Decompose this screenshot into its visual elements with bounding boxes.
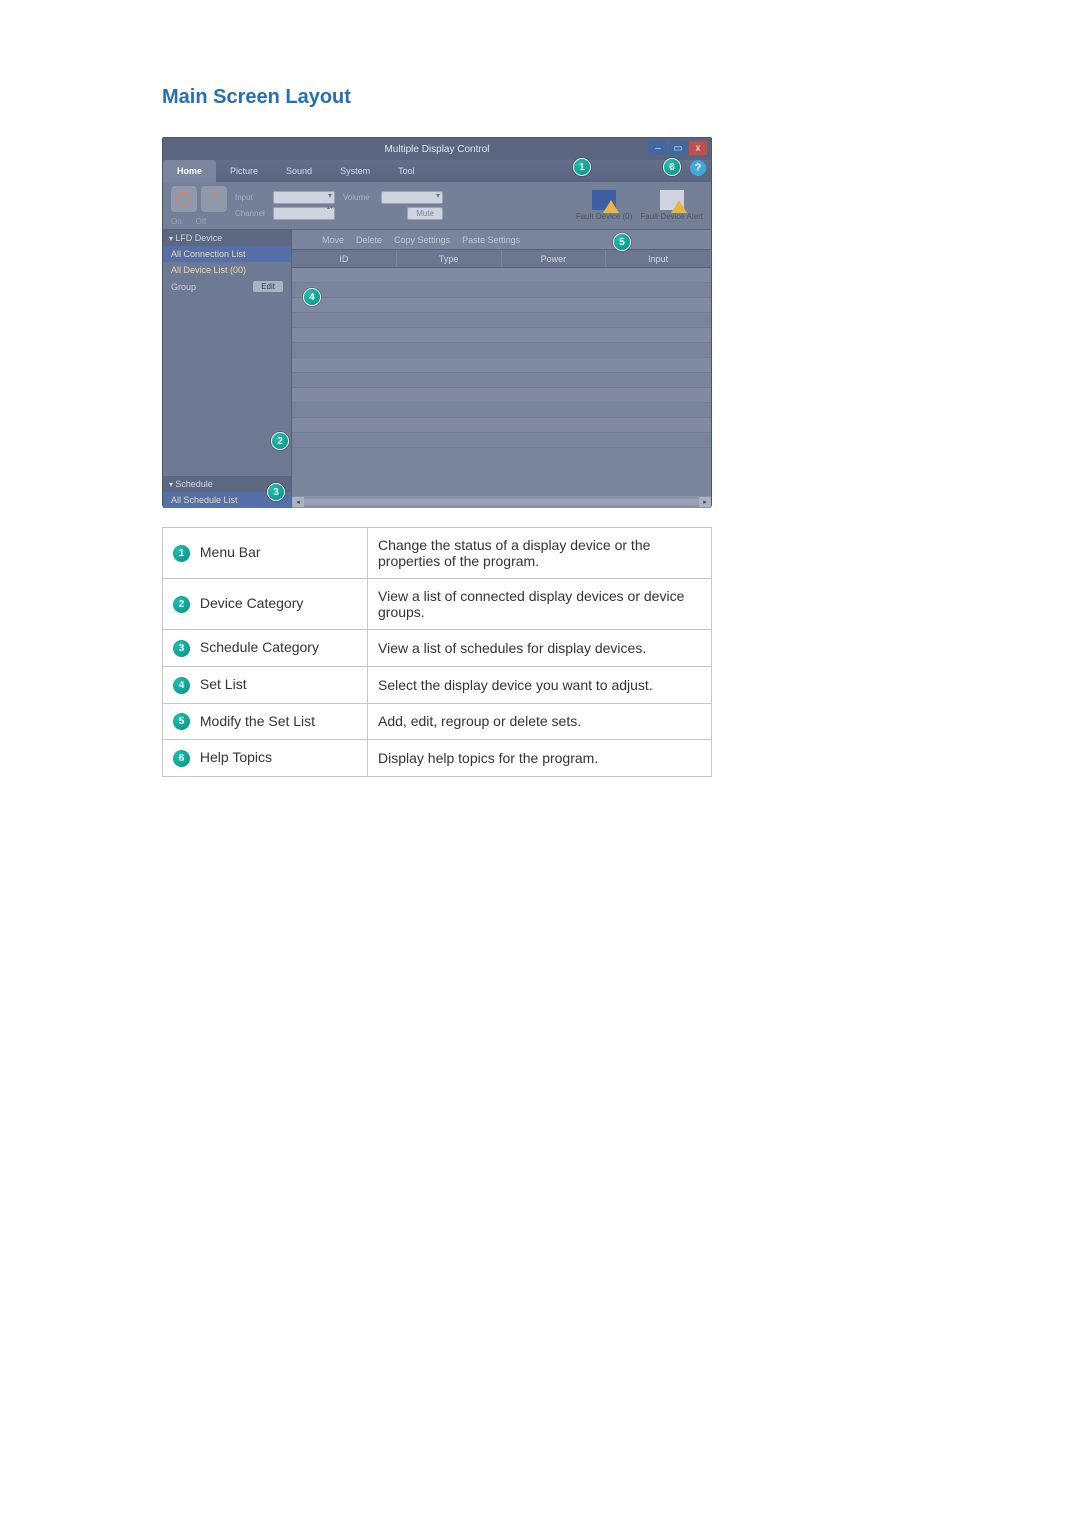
label-channel: Channel (235, 209, 269, 218)
legend-table: 1 Menu Bar Change the status of a display… (162, 527, 712, 777)
fault-device-label: Fault Device (0) (576, 212, 632, 221)
section-lfd-device[interactable]: LFD Device (163, 230, 291, 246)
ribbon: On Off Input Channel Volume Mute Fault D… (163, 182, 711, 230)
legend-row: 4 Set List Select the display device you … (163, 666, 712, 703)
legend-row: 2 Device Category View a list of connecte… (163, 579, 712, 630)
maximize-button[interactable]: ▭ (669, 141, 687, 155)
set-toolbar: Move Delete Copy Settings Paste Settings (292, 230, 711, 250)
legend-desc: Change the status of a display device or… (368, 528, 712, 579)
label-on: On (171, 217, 182, 226)
horizontal-scrollbar[interactable]: ◂ ▸ (292, 496, 711, 508)
legend-desc: Add, edit, regroup or delete sets. (368, 703, 712, 740)
table-row (292, 358, 711, 373)
legend-label: Modify the Set List (196, 713, 315, 729)
toolbar-delete[interactable]: Delete (356, 235, 382, 245)
callout-5: 5 (613, 233, 631, 251)
toolbar-move[interactable]: Move (322, 235, 344, 245)
label-off: Off (196, 217, 207, 226)
power-on-icon[interactable] (171, 186, 197, 212)
sidebar-all-connection[interactable]: All Connection List (163, 246, 291, 262)
legend-row: 1 Menu Bar Change the status of a display… (163, 528, 712, 579)
channel-spinner[interactable] (273, 207, 335, 220)
tab-tool[interactable]: Tool (384, 160, 429, 182)
legend-desc: Display help topics for the program. (368, 740, 712, 777)
table-row (292, 433, 711, 448)
callout-2: 2 (271, 432, 289, 450)
titlebar: Multiple Display Control – ▭ x (163, 138, 711, 160)
legend-row: 5 Modify the Set List Add, edit, regroup … (163, 703, 712, 740)
sidebar-group[interactable]: Group Edit (163, 278, 291, 295)
legend-label: Device Category (196, 595, 303, 611)
group-label: Group (171, 282, 196, 292)
legend-desc: View a list of connected display devices… (368, 579, 712, 630)
label-input: Input (235, 193, 269, 202)
edit-button[interactable]: Edit (253, 281, 283, 292)
legend-badge: 2 (173, 596, 190, 613)
column-headers: ID Type Power Input (292, 250, 711, 268)
fault-device[interactable]: Fault Device (0) (576, 190, 632, 221)
table-row (292, 343, 711, 358)
minimize-button[interactable]: – (649, 141, 667, 155)
legend-row: 3 Schedule Category View a list of schedu… (163, 630, 712, 667)
legend-label: Schedule Category (196, 639, 319, 655)
toolbar-paste[interactable]: Paste Settings (462, 235, 520, 245)
fault-alert-label: Fault Device Alert (640, 212, 703, 221)
legend-desc: View a list of schedules for display dev… (368, 630, 712, 667)
table-row (292, 328, 711, 343)
callout-1: 1 (573, 158, 591, 176)
fault-device-alert[interactable]: Fault Device Alert (640, 190, 703, 221)
volume-dropdown[interactable] (381, 191, 443, 204)
set-list-grid[interactable] (292, 268, 711, 496)
col-type[interactable]: Type (397, 250, 502, 267)
power-off-icon[interactable] (201, 186, 227, 212)
col-power[interactable]: Power (502, 250, 607, 267)
tab-sound[interactable]: Sound (272, 160, 326, 182)
tab-picture[interactable]: Picture (216, 160, 272, 182)
help-icon[interactable]: ? (690, 160, 706, 176)
window-controls: – ▭ x (649, 141, 707, 155)
sidebar-all-device-list[interactable]: All Device List (00) (163, 262, 291, 278)
callout-3: 3 (267, 483, 285, 501)
legend-badge: 4 (173, 677, 190, 694)
legend-label: Help Topics (196, 749, 272, 765)
legend-row: 6 Help Topics Display help topics for the… (163, 740, 712, 777)
window-title: Multiple Display Control (384, 144, 489, 155)
table-row (292, 298, 711, 313)
toolbar-copy[interactable]: Copy Settings (394, 235, 450, 245)
scroll-left-icon[interactable]: ◂ (292, 497, 304, 507)
table-row (292, 403, 711, 418)
main-panel: Move Delete Copy Settings Paste Settings… (291, 230, 711, 508)
table-row (292, 373, 711, 388)
sidebar: LFD Device All Connection List All Devic… (163, 230, 291, 508)
legend-badge: 1 (173, 545, 190, 562)
table-row (292, 283, 711, 298)
page-heading: Main Screen Layout (162, 86, 1080, 109)
callout-6: 6 (663, 158, 681, 176)
table-row (292, 268, 711, 283)
col-id[interactable]: ID (292, 250, 397, 267)
legend-badge: 3 (173, 640, 190, 657)
legend-label: Set List (196, 676, 247, 692)
menu-bar: Home Picture Sound System Tool (163, 160, 711, 182)
close-button[interactable]: x (689, 141, 707, 155)
legend-badge: 6 (173, 750, 190, 767)
tab-system[interactable]: System (326, 160, 384, 182)
legend-label: Menu Bar (196, 544, 261, 560)
table-row (292, 418, 711, 433)
legend-desc: Select the display device you want to ad… (368, 666, 712, 703)
app-window: Multiple Display Control – ▭ x Home Pict… (162, 137, 712, 507)
input-dropdown[interactable] (273, 191, 335, 204)
label-volume: Volume (343, 193, 377, 202)
tab-home[interactable]: Home (163, 160, 216, 182)
table-row (292, 388, 711, 403)
callout-4: 4 (303, 288, 321, 306)
legend-badge: 5 (173, 713, 190, 730)
col-input[interactable]: Input (606, 250, 711, 267)
scroll-right-icon[interactable]: ▸ (699, 497, 711, 507)
table-row (292, 313, 711, 328)
mute-button[interactable]: Mute (407, 207, 443, 220)
